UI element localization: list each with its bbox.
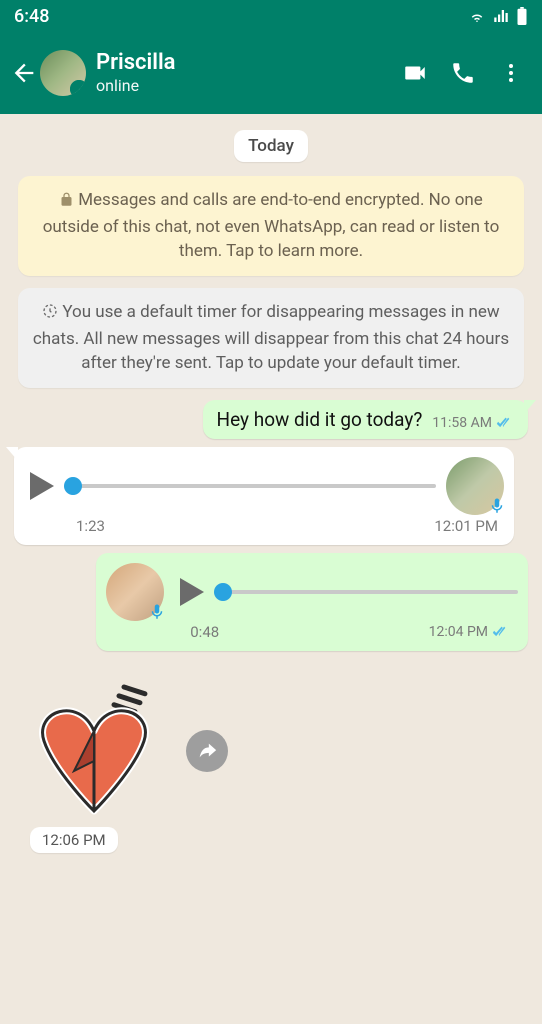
lock-icon [59,190,74,215]
message-incoming-sticker[interactable] [24,681,528,821]
forward-button[interactable] [186,730,228,772]
voice-duration: 1:23 [76,517,105,535]
mic-icon [146,601,168,623]
sender-avatar [106,563,164,621]
video-call-button[interactable] [402,60,428,86]
encryption-notice[interactable]: Messages and calls are end-to-end encryp… [18,176,524,276]
disappearing-badge-icon [70,80,86,96]
status-icons [468,7,528,25]
contact-status: online [96,76,402,95]
battery-icon [516,7,528,25]
chat-header: Priscilla online [0,32,542,114]
sticker-heart-icon [24,681,174,821]
more-vertical-icon [499,61,523,85]
message-time: 12:04 PM [429,624,488,640]
message-time: 12:01 PM [434,517,498,535]
message-time: 11:58 AM [432,415,492,431]
message-outgoing-voice[interactable]: 0:48 12:04 PM [96,553,528,651]
play-button[interactable] [30,472,54,500]
status-bar: 6:48 [0,0,542,32]
message-incoming-voice[interactable]: 1:23 12:01 PM [14,447,514,545]
contact-avatar[interactable] [40,50,86,96]
timer-text: You use a default timer for disappearing… [33,302,509,373]
message-text: Hey how did it go today? [217,408,423,431]
voice-duration: 0:48 [190,623,219,641]
mic-icon [486,495,508,517]
contact-info[interactable]: Priscilla online [96,51,402,94]
wifi-icon [468,7,486,25]
signal-icon [492,7,510,25]
contact-name: Priscilla [96,51,402,75]
encryption-text: Messages and calls are end-to-end encryp… [43,190,500,261]
message-outgoing-text[interactable]: Hey how did it go today? 11:58 AM [203,400,528,439]
voice-call-button[interactable] [450,60,476,86]
status-time: 6:48 [14,6,49,27]
more-menu-button[interactable] [498,60,524,86]
timer-notice[interactable]: You use a default timer for disappearing… [18,288,524,388]
date-label: Today [234,130,308,162]
message-time: 12:06 PM [30,827,118,853]
video-icon [402,58,428,88]
read-checks-icon [496,416,516,430]
header-actions [402,60,534,86]
read-checks-icon [492,625,512,639]
play-button[interactable] [180,578,204,606]
arrow-left-icon [10,59,38,87]
voice-track[interactable] [214,578,518,606]
voice-track[interactable] [64,472,436,500]
chat-area[interactable]: Today Messages and calls are end-to-end … [0,114,542,1024]
forward-icon [196,740,218,762]
sender-avatar [446,457,504,515]
phone-icon [450,60,476,86]
back-button[interactable] [8,57,40,89]
timer-icon [42,302,58,327]
